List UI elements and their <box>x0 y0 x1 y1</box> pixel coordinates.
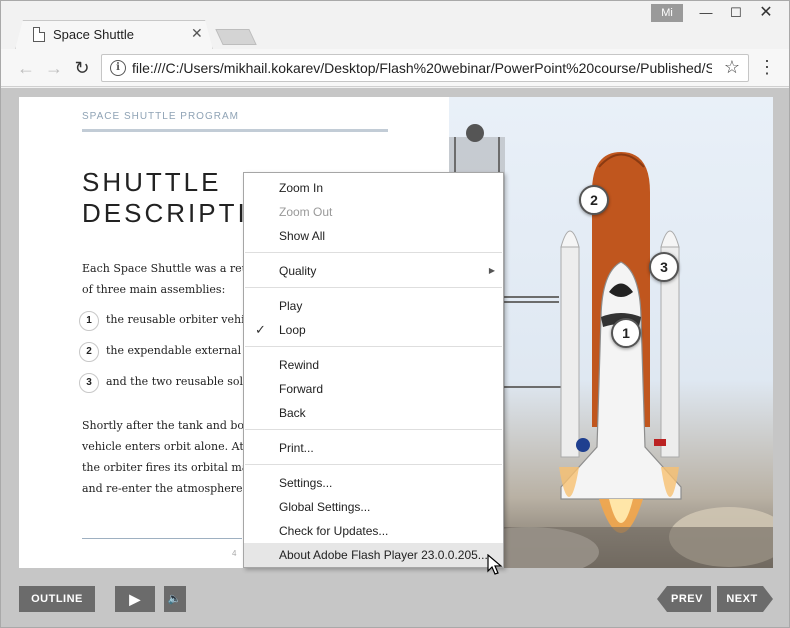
menu-item-forward[interactable]: Forward <box>244 377 503 401</box>
menu-item-rewind[interactable]: Rewind <box>244 353 503 377</box>
browser-menu-icon[interactable]: ⋮ <box>757 55 777 81</box>
list-number: 1 <box>79 311 99 331</box>
close-button[interactable]: ✕ <box>751 3 781 23</box>
play-icon[interactable]: ▶ <box>115 586 155 612</box>
menu-item-back[interactable]: Back <box>244 401 503 425</box>
tower-antenna <box>466 124 484 142</box>
program-label: SPACE SHUTTLE PROGRAM <box>82 111 239 122</box>
browser-toolbar: ← → ↻ i file:///C:/Users/mikhail.kokarev… <box>1 49 789 87</box>
menu-item-zoom-out[interactable]: Zoom Out <box>244 200 503 224</box>
menu-separator <box>245 287 502 288</box>
submenu-arrow-icon: ▶ <box>488 266 495 275</box>
prev-button[interactable]: PREV <box>657 586 711 612</box>
outline-button[interactable]: OUTLINE <box>19 586 95 612</box>
maximize-button[interactable]: ☐ <box>721 3 751 23</box>
player-controls: OUTLINE ▶ 🔈 PREV NEXT <box>1 578 789 627</box>
menu-item-quality[interactable]: Quality ▶ <box>244 259 503 283</box>
hotspot-marker-3[interactable]: 3 <box>649 252 679 282</box>
hotspot-marker-1[interactable]: 1 <box>611 318 641 348</box>
menu-item-global-settings[interactable]: Global Settings... <box>244 495 503 519</box>
footer-divider <box>82 538 242 539</box>
tab-title: Space Shuttle <box>53 27 134 42</box>
flash-context-menu: Zoom In Zoom Out Show All Quality ▶ Play… <box>243 172 504 568</box>
url-text[interactable]: file:///C:/Users/mikhail.kokarev/Desktop… <box>132 60 712 76</box>
menu-item-print[interactable]: Print... <box>244 436 503 460</box>
list-number: 2 <box>79 342 99 362</box>
page-number: 4 <box>232 549 237 558</box>
reload-icon[interactable]: ↻ <box>69 55 95 81</box>
checkmark-icon: ✓ <box>255 322 266 337</box>
menu-item-show-all[interactable]: Show All <box>244 224 503 248</box>
list-number: 3 <box>79 373 99 393</box>
program-underline <box>82 129 388 132</box>
menu-item-loop-label: Loop <box>279 323 306 337</box>
new-tab-button[interactable] <box>215 29 257 45</box>
next-button[interactable]: NEXT <box>717 586 773 612</box>
menu-item-zoom-in[interactable]: Zoom In <box>244 176 503 200</box>
bookmark-star-icon[interactable]: ☆ <box>724 57 740 78</box>
browser-window: Space Shuttle ✕ Mi — ☐ ✕ ← → ↻ i file://… <box>0 0 790 628</box>
volume-icon[interactable]: 🔈 <box>164 586 186 612</box>
page-icon <box>33 27 45 42</box>
menu-item-play[interactable]: Play <box>244 294 503 318</box>
mouse-cursor-icon <box>487 554 503 575</box>
address-bar[interactable]: i file:///C:/Users/mikhail.kokarev/Deskt… <box>101 54 749 82</box>
minimize-button[interactable]: — <box>691 3 721 23</box>
list-text: the reusable orbiter vehicle, <box>106 313 265 326</box>
tab-close-icon[interactable]: ✕ <box>191 25 203 42</box>
title-bar: Space Shuttle ✕ Mi — ☐ ✕ <box>1 1 789 50</box>
menu-separator <box>245 346 502 347</box>
back-arrow-icon[interactable]: ← <box>13 55 39 81</box>
profile-badge[interactable]: Mi <box>651 4 683 22</box>
hotspot-marker-2[interactable]: 2 <box>579 185 609 215</box>
menu-item-about[interactable]: About Adobe Flash Player 23.0.0.205... <box>244 543 503 567</box>
info-icon[interactable]: i <box>110 60 126 76</box>
forward-arrow-icon[interactable]: → <box>41 55 67 81</box>
menu-item-loop[interactable]: ✓ Loop <box>244 318 503 342</box>
menu-separator <box>245 252 502 253</box>
menu-item-check-updates[interactable]: Check for Updates... <box>244 519 503 543</box>
menu-separator <box>245 429 502 430</box>
menu-item-quality-label: Quality <box>279 264 317 278</box>
menu-item-settings[interactable]: Settings... <box>244 471 503 495</box>
menu-separator <box>245 464 502 465</box>
